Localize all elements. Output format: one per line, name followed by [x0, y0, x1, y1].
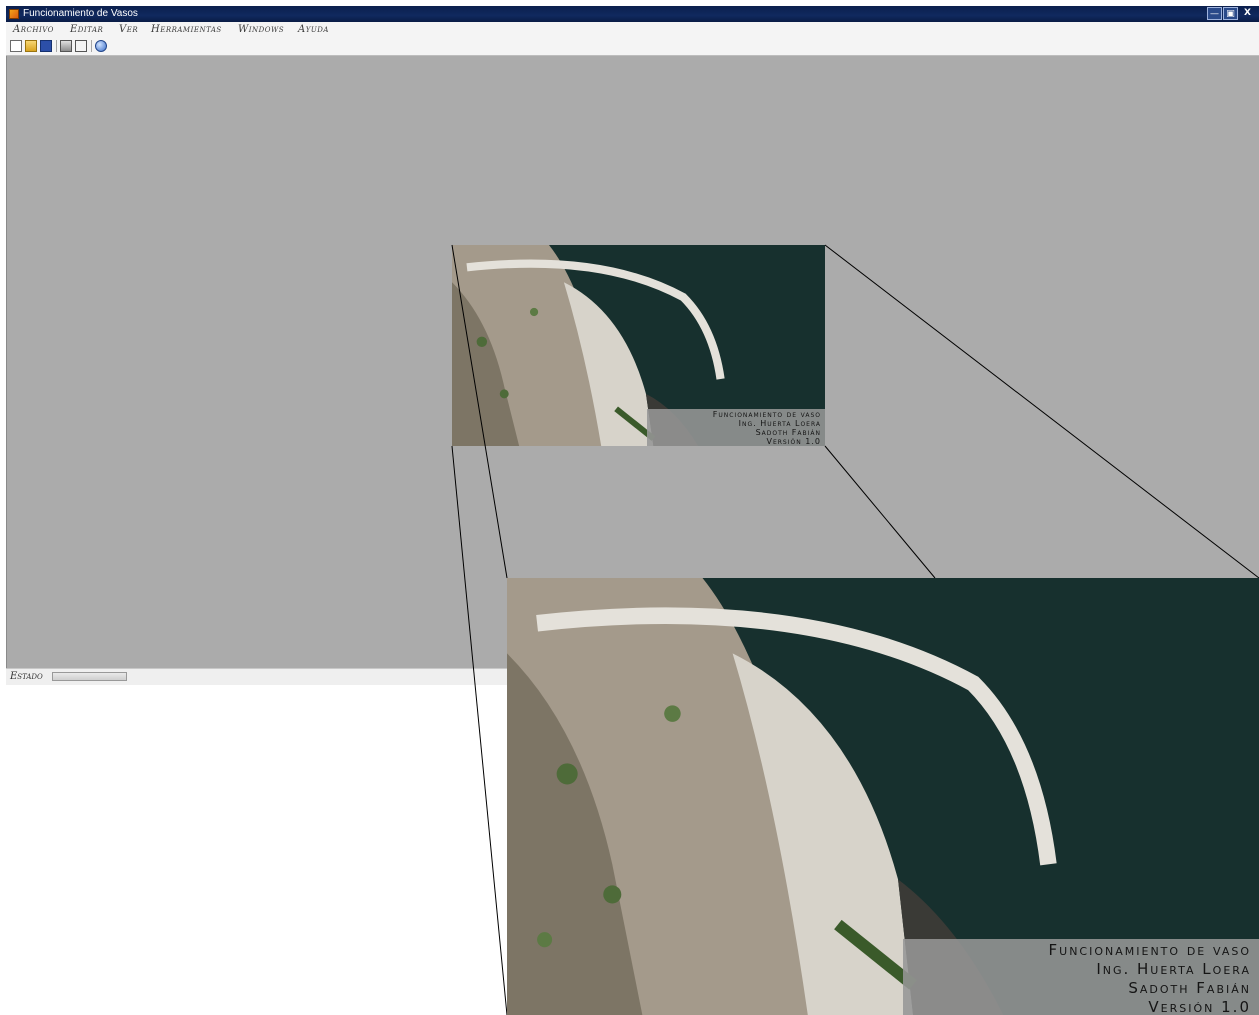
status-progress-bar — [52, 672, 127, 681]
splash-image-zoomed: Funcionamiento de vaso Ing. Huerta Loera… — [507, 578, 1259, 1015]
splash-caption: Funcionamiento de vaso Ing. Huerta Loera… — [903, 939, 1259, 1015]
menu-editar[interactable]: Editar — [70, 23, 103, 36]
menu-archivo[interactable]: Archivo — [13, 23, 54, 36]
menu-ver[interactable]: Ver — [119, 23, 138, 36]
toolbar-separator — [56, 40, 57, 52]
menu-bar: Archivo Editar Ver Herramientas Windows … — [6, 22, 1259, 37]
close-button[interactable]: X — [1240, 7, 1255, 20]
caption-line-title: Funcionamiento de vaso — [712, 410, 821, 419]
save-icon[interactable] — [40, 40, 52, 52]
caption-line-name: Sadoth Fabián — [755, 428, 821, 437]
splash-caption: Funcionamiento de vaso Ing. Huerta Loera… — [647, 409, 825, 446]
caption-line-title: Funcionamiento de vaso — [1048, 941, 1251, 959]
print-preview-icon[interactable] — [75, 40, 87, 52]
maximize-button[interactable]: ▣ — [1223, 7, 1238, 20]
toolbar-separator — [91, 40, 92, 52]
menu-windows[interactable]: Windows — [238, 23, 284, 36]
caption-line-version: Versión 1.0 — [766, 437, 821, 446]
caption-line-name: Sadoth Fabián — [1128, 979, 1251, 997]
help-globe-icon[interactable] — [95, 40, 107, 52]
splash-image: Funcionamiento de vaso Ing. Huerta Loera… — [452, 245, 825, 446]
caption-line-author: Ing. Huerta Loera — [738, 419, 821, 428]
minimize-button[interactable]: — — [1207, 7, 1222, 20]
print-icon[interactable] — [60, 40, 72, 52]
window-title: Funcionamiento de Vasos — [23, 8, 138, 19]
title-bar: Funcionamiento de Vasos — ▣ X — [6, 6, 1259, 22]
caption-line-version: Versión 1.0 — [1148, 998, 1251, 1015]
status-label: Estado — [10, 671, 43, 682]
menu-herramientas[interactable]: Herramientas — [151, 23, 222, 36]
caption-line-author: Ing. Huerta Loera — [1096, 960, 1251, 978]
open-folder-icon[interactable] — [25, 40, 37, 52]
app-icon — [9, 9, 19, 19]
menu-ayuda[interactable]: Ayuda — [298, 23, 329, 36]
new-icon[interactable] — [10, 40, 22, 52]
toolbar — [6, 37, 1259, 56]
